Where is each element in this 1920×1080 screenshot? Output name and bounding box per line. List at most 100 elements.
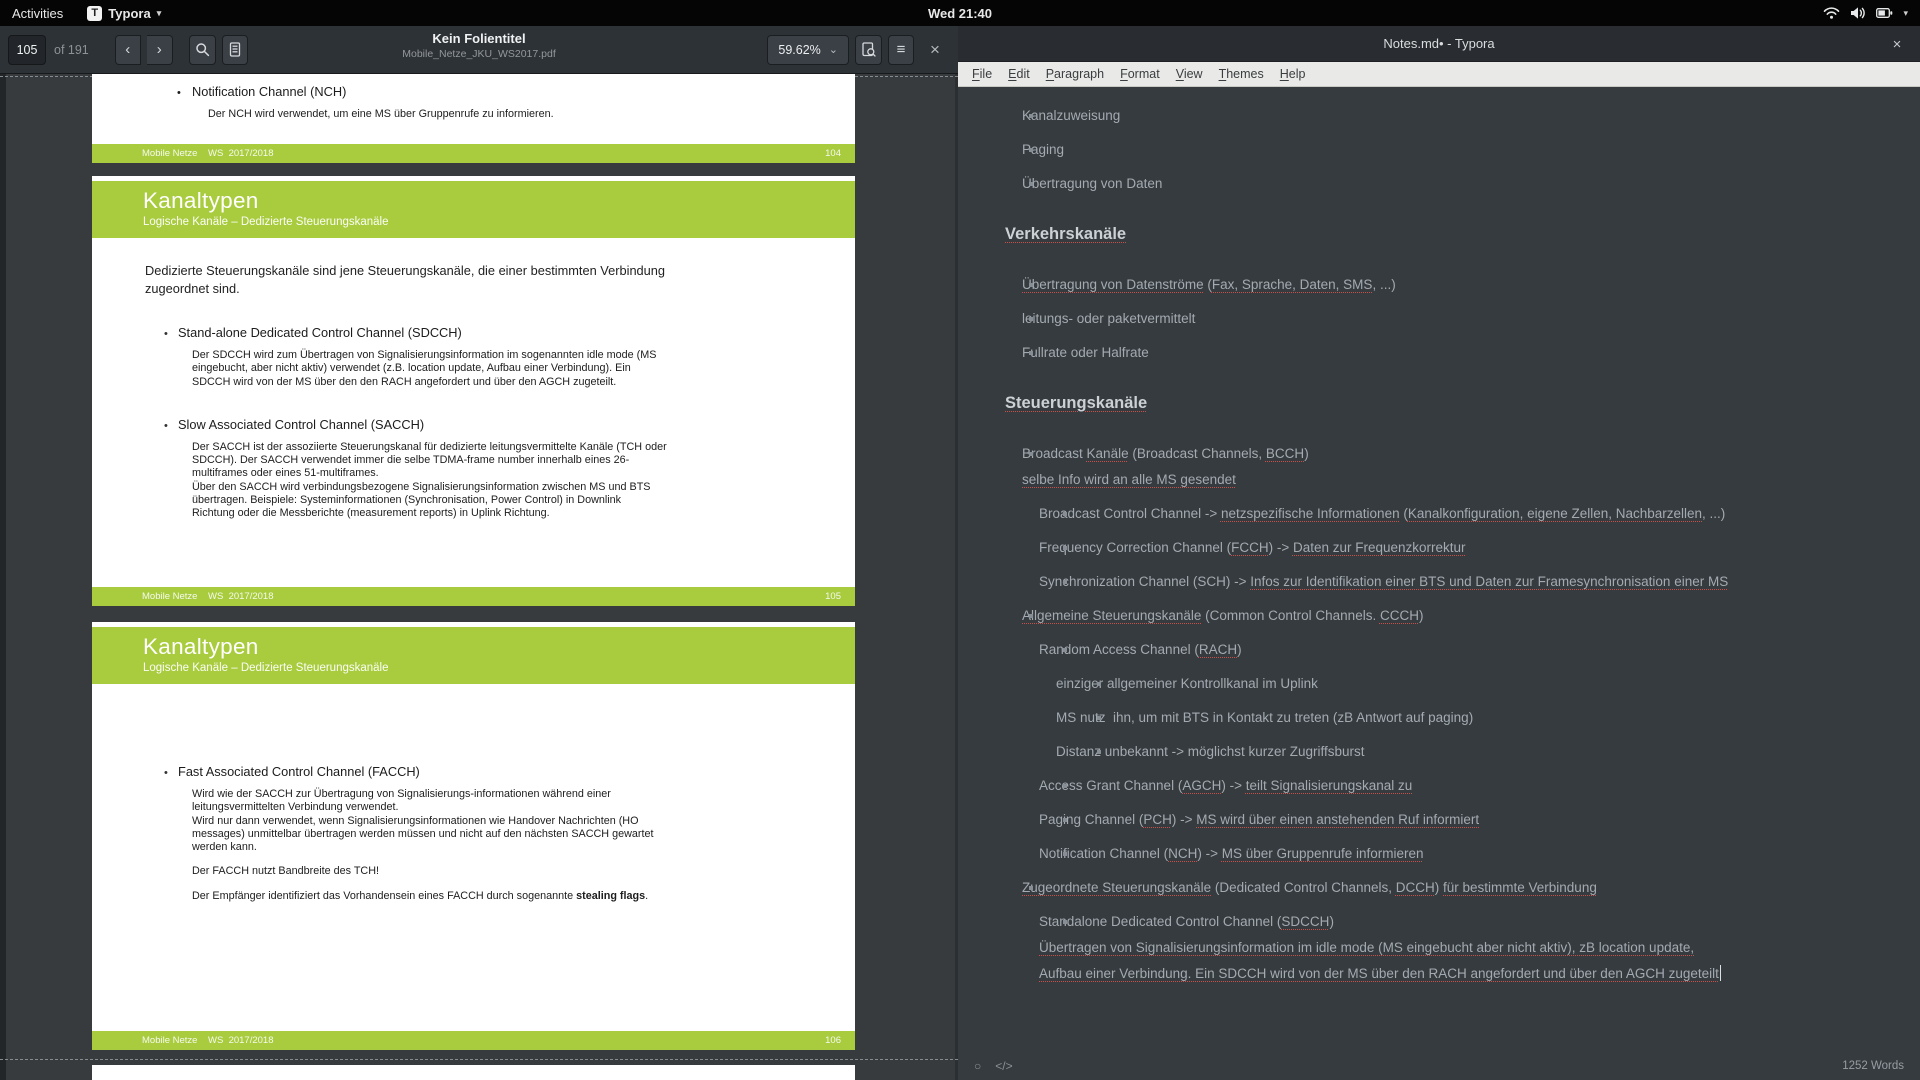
- word-count[interactable]: 1252 Words: [1842, 1060, 1904, 1072]
- menu-item-help[interactable]: Help: [1272, 67, 1314, 81]
- menu-button[interactable]: ≡: [888, 35, 914, 65]
- notes-list-item[interactable]: Notification Channel (NCH) -> MS über Gr…: [1005, 841, 1892, 867]
- typora-app-icon: T: [87, 6, 102, 21]
- text-segment: Übertragen von Signalisierungsinformatio…: [1039, 940, 1694, 955]
- notes-list-item[interactable]: Kanalzuweisung: [1005, 103, 1892, 129]
- notes-list-item[interactable]: Paging Channel (PCH) -> MS wird über ein…: [1005, 807, 1892, 833]
- tray-chevron-icon: ▾: [1903, 8, 1908, 19]
- text-segment: Broadcast: [1022, 446, 1087, 461]
- bullet-label: Notification Channel (NCH): [192, 84, 855, 100]
- menu-item-file[interactable]: File: [964, 67, 1000, 81]
- text-segment: ) ->: [1269, 540, 1293, 555]
- text-segment: einziger allgemeiner Kontrollkanal im Up…: [1056, 676, 1318, 691]
- bullet-body: Der NCH wird verwendet, um eine MS über …: [208, 108, 855, 121]
- text-segment: Standalone Dedicated Control Channel (: [1039, 914, 1281, 929]
- slide-intro-text: Dedizierte Steuerungskanäle sind jene St…: [145, 262, 815, 297]
- text-segment: Steuerungskanäle: [1005, 394, 1147, 412]
- pdf-content-area[interactable]: Notification Channel (NCH) Der NCH wird …: [0, 74, 958, 1080]
- footer-course-label: Mobile Netze WS 2017/2018: [142, 587, 274, 606]
- bullet-label: Slow Associated Control Channel (SACCH): [178, 417, 815, 433]
- slide-footer: Mobile Netze WS 2017/2018 106: [92, 1031, 855, 1050]
- text-segment: NCH: [1168, 846, 1197, 861]
- text-segment: Infos zur Identifikation einer BTS und D…: [1250, 574, 1728, 589]
- text-segment: ) ->: [1172, 812, 1196, 827]
- notes-heading[interactable]: Verkehrskanäle: [1005, 220, 1892, 248]
- menu-item-format[interactable]: Format: [1112, 67, 1168, 81]
- notes-list-item[interactable]: Übertragung von Daten: [1005, 171, 1892, 197]
- notes-list-item[interactable]: Allgemeine Steuerungskanäle (Common Cont…: [1005, 603, 1892, 629]
- bullet-label: Stand-alone Dedicated Control Channel (S…: [178, 325, 815, 341]
- text-segment: Access Grant Channel (: [1039, 778, 1182, 793]
- window-edge: [0, 74, 6, 1080]
- text-segment: Broadcast Control Channel ->: [1039, 506, 1221, 521]
- previous-page-button[interactable]: ‹: [115, 35, 141, 65]
- page-view-options-button[interactable]: [855, 35, 882, 65]
- slide-title: Kanaltypen: [143, 633, 855, 660]
- typora-close-button[interactable]: ×: [1884, 26, 1910, 62]
- caret-down-icon: ⌄: [829, 43, 838, 56]
- text-segment: Verkehrskanäle: [1005, 225, 1126, 243]
- notes-list-item[interactable]: Frequency Correction Channel (FCCH) -> D…: [1005, 535, 1892, 561]
- notes-list-item[interactable]: Synchronization Channel (SCH) -> Infos z…: [1005, 569, 1892, 595]
- notes-list-item[interactable]: MS nutz ihn, um mit BTS in Kontakt zu tr…: [1005, 705, 1892, 731]
- hamburger-icon: ≡: [897, 41, 906, 58]
- gnome-top-bar: Activities T Typora ▾ Wed 21:40: [0, 0, 1920, 26]
- thumbnails-icon: [228, 42, 242, 57]
- text-segment: Kanalkonfiguration, eigene Zellen, Nachb…: [1408, 506, 1702, 521]
- text-segment: AGCH: [1182, 778, 1221, 793]
- typora-menubar: FileEditParagraphFormatViewThemesHelp: [958, 62, 1920, 87]
- search-button[interactable]: [189, 35, 216, 65]
- markdown-editor[interactable]: Kanalzuweisung Paging Übertragung von Date…: [958, 87, 1920, 1052]
- slide-subtitle: Logische Kanäle – Dedizierte Steuerungsk…: [143, 660, 855, 676]
- notes-list-item[interactable]: Fullrate oder Halfrate: [1005, 340, 1892, 366]
- window-title: Notes.md• - Typora: [1383, 36, 1494, 51]
- notes-list-item[interactable]: Standalone Dedicated Control Channel (SD…: [1005, 909, 1892, 987]
- bullet-body: Wird wie der SACCH zur Übertragung von S…: [192, 788, 815, 854]
- footer-course-label: Mobile Netze WS 2017/2018: [142, 144, 274, 163]
- page-total-label: of 191: [54, 43, 89, 57]
- source-mode-toggle[interactable]: </>: [995, 1059, 1012, 1073]
- notes-list-item[interactable]: Übertragung von Datenströme (Fax, Sprach…: [1005, 272, 1892, 298]
- text-segment: CCCH: [1380, 608, 1419, 623]
- slide-header: Kanaltypen Logische Kanäle – Dedizierte …: [92, 627, 855, 684]
- text-segment: (: [1204, 277, 1212, 292]
- notes-list-item[interactable]: einziger allgemeiner Kontrollkanal im Up…: [1005, 671, 1892, 697]
- menu-item-paragraph[interactable]: Paragraph: [1038, 67, 1112, 81]
- system-tray[interactable]: ▾: [1811, 0, 1920, 26]
- notes-list-item[interactable]: Zugeordnete Steuerungskanäle (Dedicated …: [1005, 875, 1892, 901]
- notes-heading[interactable]: Steuerungskanäle: [1005, 389, 1892, 417]
- text-segment: BCCH: [1266, 446, 1304, 461]
- notes-list-item[interactable]: Random Access Channel (RACH): [1005, 637, 1892, 663]
- app-menu[interactable]: T Typora ▾: [75, 0, 173, 26]
- pdf-page-104: Notification Channel (NCH) Der NCH wird …: [92, 74, 855, 163]
- menu-item-themes[interactable]: Themes: [1211, 67, 1272, 81]
- typora-titlebar[interactable]: Notes.md• - Typora ×: [958, 26, 1920, 62]
- sidebar-toggle-button[interactable]: [222, 35, 248, 65]
- text-segment: Fullrate oder Halfrate: [1022, 345, 1149, 360]
- menu-item-edit[interactable]: Edit: [1000, 67, 1038, 81]
- text-segment: ): [1237, 642, 1242, 657]
- text-segment: ): [1435, 880, 1443, 895]
- zoom-level-dropdown[interactable]: 59.62% ⌄: [767, 35, 849, 65]
- live-preview-toggle[interactable]: ○: [974, 1059, 981, 1073]
- activities-button[interactable]: Activities: [0, 0, 75, 26]
- close-icon: ×: [930, 40, 940, 60]
- notes-list-item[interactable]: leitungs- oder paketvermittelt: [1005, 306, 1892, 332]
- clock[interactable]: Wed 21:40: [0, 6, 1920, 21]
- pdf-viewer-window: 105 of 191 ‹ › Kein Folientitel Mobile_N…: [0, 26, 958, 1080]
- notes-list-item[interactable]: Distanz unbekannt -> möglichst kurzer Zu…: [1005, 739, 1892, 765]
- page-number-input[interactable]: 105: [8, 35, 46, 65]
- notes-list-item[interactable]: Access Grant Channel (AGCH) -> teilt Sig…: [1005, 773, 1892, 799]
- footer-page-number: 105: [825, 587, 841, 606]
- notes-list-item[interactable]: Broadcast Control Channel -> netzspezifi…: [1005, 501, 1892, 527]
- text-segment: DCCH: [1396, 880, 1435, 895]
- text-segment: Paging: [1022, 142, 1064, 157]
- next-page-button[interactable]: ›: [147, 35, 173, 65]
- volume-icon: [1850, 6, 1866, 20]
- menu-item-view[interactable]: View: [1168, 67, 1211, 81]
- notes-list-item[interactable]: Paging: [1005, 137, 1892, 163]
- text-segment: Synchronization Channel (SCH) ->: [1039, 574, 1250, 589]
- typora-status-bar: ○ </> 1252 Words: [958, 1052, 1920, 1080]
- notes-list-item[interactable]: Broadcast Kanäle (Broadcast Channels, BC…: [1005, 441, 1892, 493]
- pdf-close-button[interactable]: ×: [920, 35, 950, 65]
